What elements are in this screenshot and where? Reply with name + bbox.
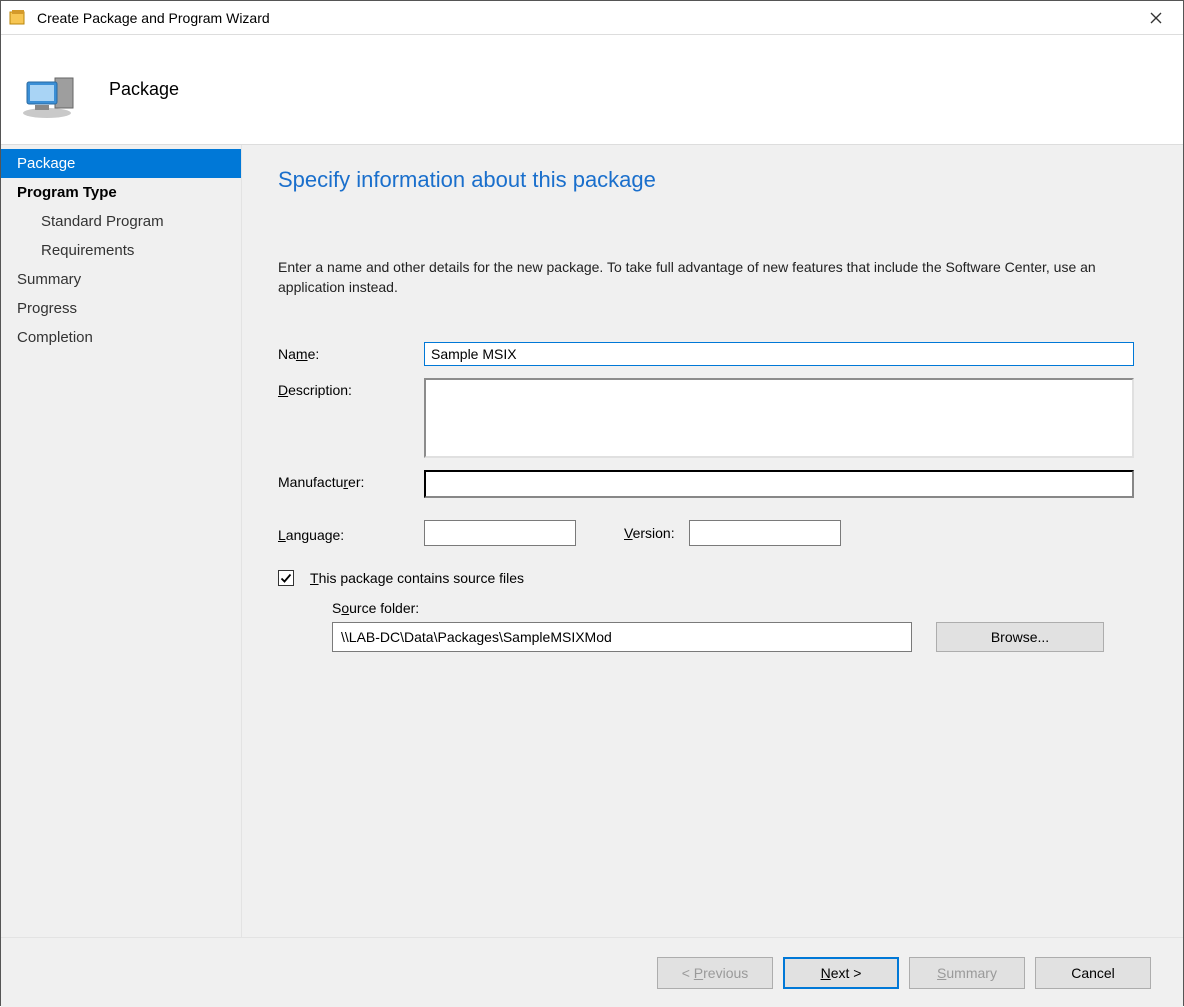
row-manufacturer: Manufacturer: — [278, 470, 1147, 498]
header-title: Package — [109, 79, 179, 100]
label-source-checkbox: This package contains source files — [310, 570, 524, 586]
header-band: Package — [1, 35, 1183, 145]
sidebar-item-requirements[interactable]: Requirements — [1, 236, 241, 265]
sidebar: Package Program Type Standard Program Re… — [1, 145, 242, 937]
row-description: Description: — [278, 378, 1147, 458]
source-folder-input[interactable] — [332, 622, 912, 652]
browse-button[interactable]: Browse... — [936, 622, 1104, 652]
row-source-checkbox: This package contains source files — [278, 570, 1147, 586]
sidebar-item-label: Standard Program — [41, 213, 164, 230]
sidebar-item-summary[interactable]: Summary — [1, 265, 241, 294]
row-language-version: Language: Version: — [278, 520, 1147, 546]
label-manufacturer: Manufacturer: — [278, 470, 424, 490]
source-files-checkbox[interactable] — [278, 570, 294, 586]
window-title: Create Package and Program Wizard — [37, 10, 1133, 26]
sidebar-item-label: Package — [17, 155, 75, 172]
sidebar-item-progress[interactable]: Progress — [1, 294, 241, 323]
label-version: Version: — [624, 525, 675, 541]
label-source-folder: Source folder: — [332, 600, 1147, 616]
label-description: Description: — [278, 378, 424, 398]
next-button[interactable]: Next > — [783, 957, 899, 989]
package-wizard-icon — [19, 60, 83, 120]
previous-button: < Previous — [657, 957, 773, 989]
label-name: Name: — [278, 342, 424, 362]
source-row: Browse... — [332, 622, 1147, 652]
sidebar-item-package[interactable]: Package — [1, 149, 241, 178]
cancel-button[interactable]: Cancel — [1035, 957, 1151, 989]
source-section: Source folder: Browse... — [278, 600, 1147, 652]
page-heading: Specify information about this package — [278, 167, 1147, 193]
main-panel: Specify information about this package E… — [242, 145, 1183, 937]
sidebar-item-completion[interactable]: Completion — [1, 323, 241, 352]
sidebar-item-standard-program[interactable]: Standard Program — [1, 207, 241, 236]
footer: < Previous Next > Summary Cancel — [1, 937, 1183, 1007]
app-icon — [9, 9, 27, 27]
sidebar-item-label: Requirements — [41, 242, 134, 259]
language-input[interactable] — [424, 520, 576, 546]
sidebar-item-label: Progress — [17, 300, 77, 317]
description-input[interactable] — [424, 378, 1134, 458]
sidebar-item-label: Program Type — [17, 184, 117, 201]
close-icon — [1150, 12, 1162, 24]
row-name: Name: — [278, 342, 1147, 366]
sidebar-item-label: Summary — [17, 271, 81, 288]
body-area: Package Program Type Standard Program Re… — [1, 145, 1183, 937]
sidebar-item-program-type[interactable]: Program Type — [1, 178, 241, 207]
sidebar-item-label: Completion — [17, 329, 93, 346]
titlebar: Create Package and Program Wizard — [1, 1, 1183, 35]
instruction-text: Enter a name and other details for the n… — [278, 257, 1147, 298]
checkmark-icon — [280, 572, 292, 584]
name-input[interactable] — [424, 342, 1134, 366]
manufacturer-input[interactable] — [424, 470, 1134, 498]
close-button[interactable] — [1133, 2, 1179, 34]
label-language: Language: — [278, 523, 424, 543]
summary-button: Summary — [909, 957, 1025, 989]
version-input[interactable] — [689, 520, 841, 546]
